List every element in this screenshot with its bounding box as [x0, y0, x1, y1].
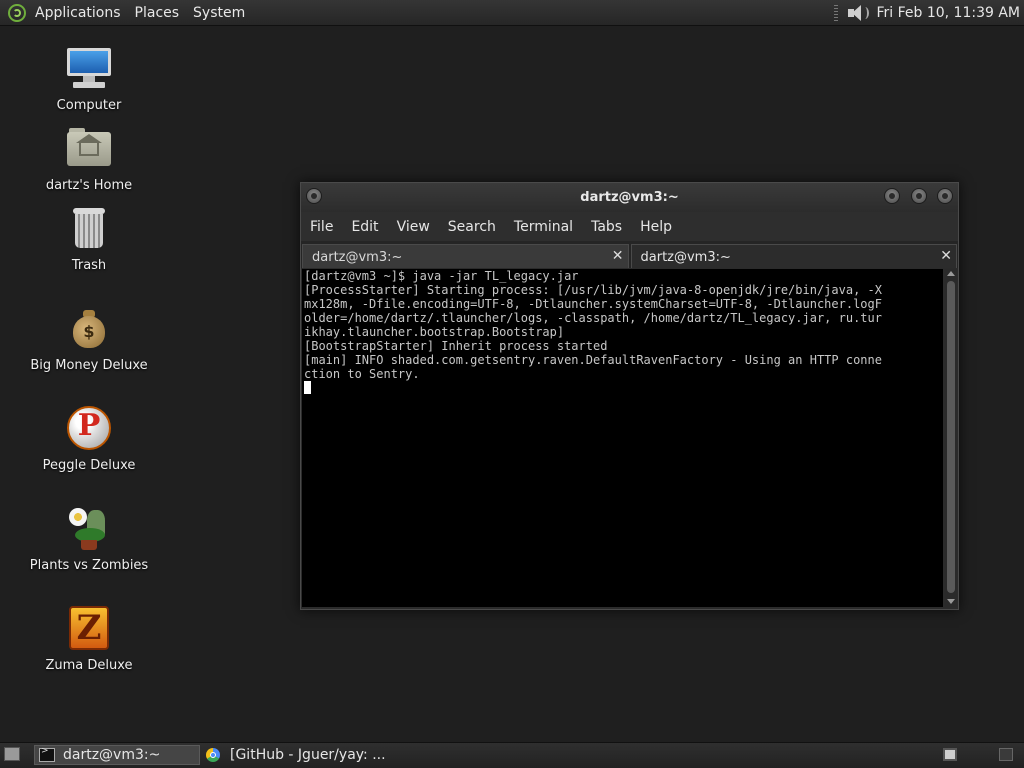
menu-view[interactable]: View	[388, 219, 439, 235]
desktop-icon-zuma[interactable]: Z Zuma Deluxe	[29, 604, 149, 673]
tab-label: dartz@vm3:~	[312, 250, 403, 265]
menu-help[interactable]: Help	[631, 219, 681, 235]
taskbar-item-label: dartz@vm3:~	[63, 747, 161, 763]
desktop-icon-trash[interactable]: Trash	[29, 204, 149, 273]
desktop-icon-label: Big Money Deluxe	[30, 358, 148, 373]
panel-tray: Fri Feb 10, 11:39 AM	[834, 0, 1020, 25]
show-desktop-icon[interactable]	[4, 747, 20, 761]
desktop-icon-peggle[interactable]: P Peggle Deluxe	[29, 404, 149, 473]
taskbar-item-browser[interactable]: [GitHub - Jguer/yay: ...	[204, 745, 404, 765]
peggle-icon: P	[65, 404, 113, 452]
terminal-window[interactable]: dartz@vm3:~ File Edit View Search Termin…	[300, 182, 959, 610]
menu-file[interactable]: File	[301, 219, 342, 235]
menu-places[interactable]: Places	[128, 5, 187, 21]
desktop-icon-computer[interactable]: Computer	[29, 44, 149, 113]
zuma-icon: Z	[65, 604, 113, 652]
chrome-icon	[206, 748, 220, 762]
maximize-icon[interactable]	[911, 188, 927, 204]
terminal-output: [dartz@vm3 ~]$ java -jar TL_legacy.jar […	[302, 269, 943, 395]
workspace-2[interactable]	[999, 748, 1013, 761]
terminal-icon	[39, 746, 55, 762]
home-folder-icon	[65, 124, 113, 172]
taskbar-item-label: [GitHub - Jguer/yay: ...	[230, 747, 386, 763]
terminal-output-text: [dartz@vm3 ~]$ java -jar TL_legacy.jar […	[304, 269, 882, 381]
distro-logo-icon[interactable]	[8, 3, 26, 22]
computer-icon	[65, 44, 113, 92]
desktop-icon-big-money[interactable]: $ Big Money Deluxe	[29, 304, 149, 373]
money-bag-icon: $	[65, 304, 113, 352]
scrollbar-thumb[interactable]	[947, 281, 955, 593]
trash-icon	[65, 204, 113, 252]
menu-search[interactable]: Search	[439, 219, 505, 235]
terminal-output-area[interactable]: [dartz@vm3 ~]$ java -jar TL_legacy.jar […	[302, 269, 943, 607]
window-titlebar[interactable]: dartz@vm3:~	[301, 183, 958, 212]
desktop-icon-label: Plants vs Zombies	[29, 558, 149, 573]
taskbar-item-terminal[interactable]: dartz@vm3:~	[34, 745, 200, 765]
menu-applications[interactable]: Applications	[28, 5, 128, 21]
terminal-tabbar: dartz@vm3:~ ✕ dartz@vm3:~ ✕	[301, 241, 958, 268]
menu-system[interactable]: System	[186, 5, 252, 21]
desktop-icon-label: Zuma Deluxe	[45, 658, 133, 673]
close-icon[interactable]	[937, 188, 953, 204]
terminal-tab-1[interactable]: dartz@vm3:~ ✕	[302, 244, 629, 268]
tab-close-icon[interactable]: ✕	[940, 248, 952, 264]
desktop-icon-home[interactable]: dartz's Home	[29, 124, 149, 193]
panel-grip-icon[interactable]	[834, 4, 839, 21]
desktop-icon-label: Computer	[56, 98, 122, 113]
terminal-scrollbar[interactable]	[945, 269, 957, 607]
desktop-icon-label: Peggle Deluxe	[42, 458, 136, 473]
tab-close-icon[interactable]: ✕	[612, 248, 624, 264]
desktop-icon-label: Trash	[71, 258, 107, 273]
menu-tabs[interactable]: Tabs	[582, 219, 631, 235]
desktop-icon-label: dartz's Home	[45, 178, 133, 193]
workspace-1[interactable]	[943, 748, 957, 761]
volume-icon[interactable]	[846, 4, 870, 22]
plants-vs-zombies-icon	[65, 504, 113, 552]
terminal-tab-2[interactable]: dartz@vm3:~ ✕	[630, 244, 957, 268]
terminal-menubar: File Edit View Search Terminal Tabs Help	[301, 212, 958, 241]
scroll-down-icon[interactable]	[947, 599, 955, 604]
tab-label: dartz@vm3:~	[640, 250, 731, 265]
menu-edit[interactable]: Edit	[342, 219, 387, 235]
minimize-icon[interactable]	[884, 188, 900, 204]
menu-terminal[interactable]: Terminal	[505, 219, 582, 235]
bottom-panel: dartz@vm3:~ [GitHub - Jguer/yay: ...	[0, 742, 1024, 768]
window-title: dartz@vm3:~	[580, 190, 679, 205]
text-cursor	[304, 381, 311, 394]
desktop-icon-plants-vs-zombies[interactable]: Plants vs Zombies	[29, 504, 149, 573]
top-panel: Applications Places System Fri Feb 10, 1…	[0, 0, 1024, 26]
clock[interactable]: Fri Feb 10, 11:39 AM	[876, 5, 1020, 21]
scroll-up-icon[interactable]	[947, 271, 955, 276]
